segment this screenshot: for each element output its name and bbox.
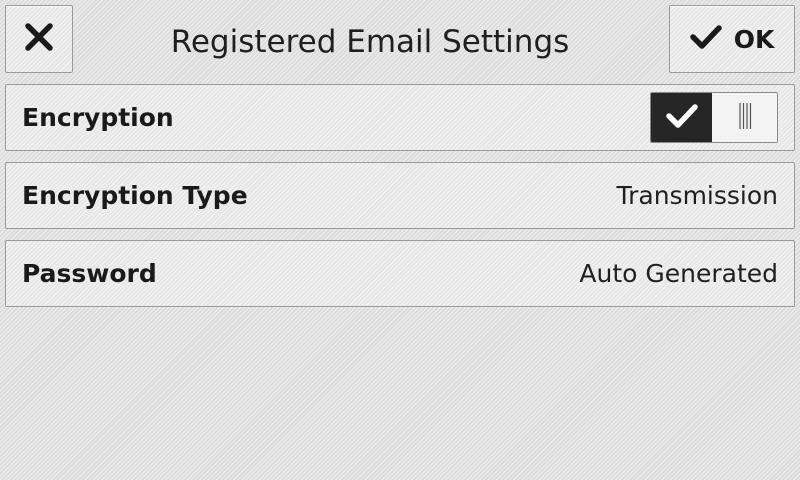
close-icon bbox=[24, 22, 54, 56]
toggle-off-segment bbox=[712, 93, 777, 142]
encryption-label: Encryption bbox=[22, 103, 174, 132]
ok-button[interactable]: OK bbox=[669, 5, 795, 73]
encryption-toggle[interactable] bbox=[650, 92, 778, 143]
checkmark-icon bbox=[665, 103, 698, 133]
ok-label: OK bbox=[733, 24, 775, 54]
password-value: Auto Generated bbox=[579, 259, 778, 288]
toggle-on-segment bbox=[651, 93, 712, 142]
encryption-type-label: Encryption Type bbox=[22, 181, 248, 210]
toggle-grip-icon bbox=[737, 101, 753, 135]
encryption-row[interactable]: Encryption bbox=[5, 84, 795, 151]
encryption-type-value: Transmission bbox=[616, 181, 779, 210]
password-row[interactable]: Password Auto Generated bbox=[5, 240, 795, 307]
password-label: Password bbox=[22, 259, 157, 288]
close-button[interactable] bbox=[5, 5, 73, 73]
encryption-type-row[interactable]: Encryption Type Transmission bbox=[5, 162, 795, 229]
checkmark-icon bbox=[689, 24, 722, 54]
page-title: Registered Email Settings bbox=[170, 24, 570, 60]
